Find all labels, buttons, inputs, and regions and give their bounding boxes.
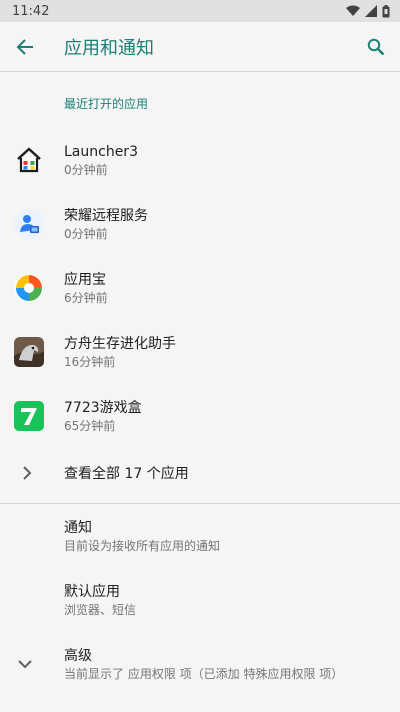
wifi-icon: [346, 5, 360, 16]
app-row-launcher3[interactable]: Launcher3 0分钟前: [0, 128, 400, 192]
app-last-opened: 6分钟前: [64, 290, 108, 305]
app-last-opened: 0分钟前: [64, 162, 108, 177]
back-button[interactable]: [13, 35, 37, 59]
see-all-apps-label: 查看全部 17 个应用: [64, 466, 189, 482]
setting-title: 通知: [64, 519, 92, 536]
setting-default-apps[interactable]: 默认应用 浏览器、短信: [0, 568, 400, 632]
app-bar: 应用和通知: [0, 22, 400, 72]
chevron-down-icon: [18, 660, 32, 669]
arrow-back-icon: [16, 38, 33, 55]
setting-advanced[interactable]: 高级 当前显示了 应用权限 项（已添加 特殊应用权限 项）: [0, 632, 400, 696]
app-row-honor-remote[interactable]: 荣耀远程服务 0分钟前: [0, 192, 400, 256]
yingyongbao-icon: [15, 274, 43, 302]
app-name: 应用宝: [64, 271, 106, 288]
setting-summary: 当前显示了 应用权限 项（已添加 特殊应用权限 项）: [64, 666, 344, 681]
7723-game-box-icon: [14, 401, 44, 431]
app-last-opened: 16分钟前: [64, 354, 116, 369]
battery-icon: [382, 4, 390, 17]
status-time: 11:42: [12, 3, 50, 19]
app-row-yingyongbao[interactable]: 应用宝 6分钟前: [0, 256, 400, 320]
ark-survival-assistant-icon: [14, 337, 44, 367]
app-name: Launcher3: [64, 143, 138, 160]
setting-title: 高级: [64, 647, 92, 664]
setting-notifications[interactable]: 通知 目前设为接收所有应用的通知: [0, 504, 400, 568]
app-last-opened: 65分钟前: [64, 418, 116, 433]
see-all-apps-button[interactable]: 查看全部 17 个应用: [0, 448, 400, 498]
app-row-7723[interactable]: 7723游戏盒 65分钟前: [0, 384, 400, 448]
chevron-right-icon: [23, 466, 32, 480]
status-icons: [346, 4, 390, 18]
recent-apps-header: 最近打开的应用: [64, 96, 149, 111]
search-icon: [367, 38, 385, 56]
app-name: 7723游戏盒: [64, 399, 142, 416]
app-name: 荣耀远程服务: [64, 207, 148, 224]
signal-icon: [365, 5, 377, 17]
app-name: 方舟生存进化助手: [64, 335, 176, 352]
app-row-ark-assistant[interactable]: 方舟生存进化助手 16分钟前: [0, 320, 400, 384]
setting-title: 默认应用: [64, 583, 120, 600]
page-title: 应用和通知: [64, 37, 154, 59]
setting-summary: 目前设为接收所有应用的通知: [64, 538, 221, 553]
app-last-opened: 0分钟前: [64, 226, 108, 241]
home-icon: [17, 147, 41, 173]
setting-summary: 浏览器、短信: [64, 602, 137, 617]
search-button[interactable]: [364, 35, 388, 59]
honor-remote-service-icon: [14, 209, 44, 239]
status-bar: 11:42: [0, 0, 400, 22]
